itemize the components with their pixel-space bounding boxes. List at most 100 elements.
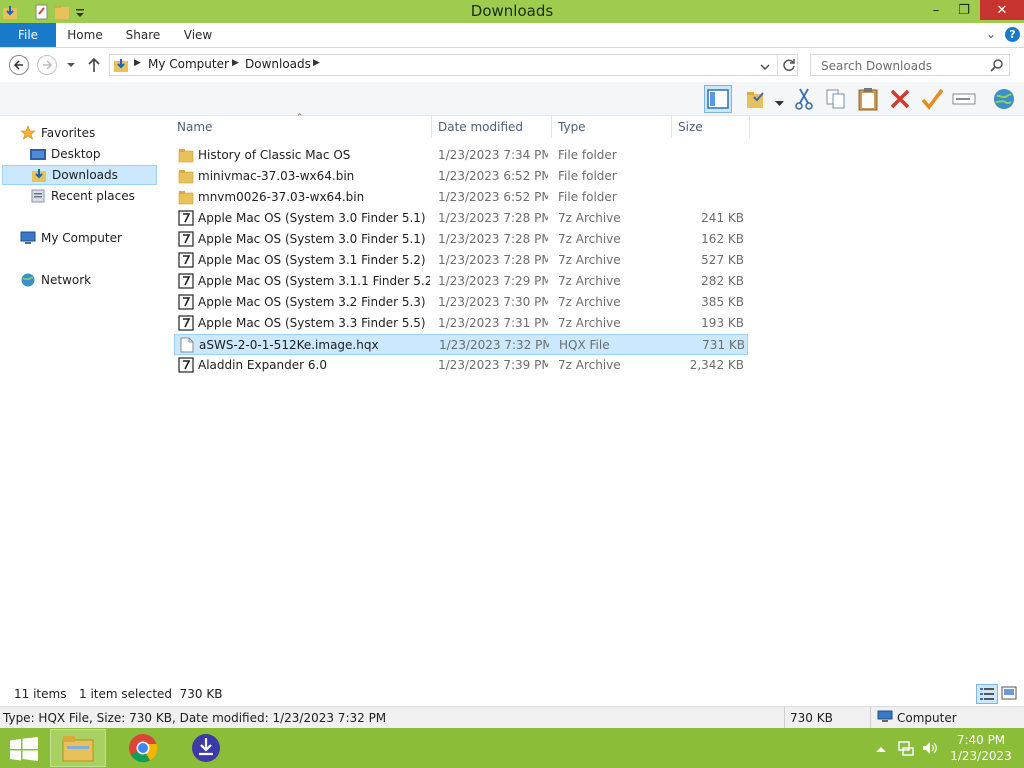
nav-desktop[interactable]: Desktop	[30, 144, 101, 164]
search-input[interactable]	[819, 58, 989, 74]
file-name: Aladdin Expander 6.0	[198, 358, 327, 372]
select-all-button[interactable]	[918, 85, 946, 113]
tab-view[interactable]: View	[176, 23, 220, 47]
details-divider	[870, 707, 871, 729]
refresh-icon[interactable]	[782, 58, 796, 75]
file-row[interactable]: Apple Mac OS (System 3.2 Finder 5.3) (Sy…	[174, 292, 748, 313]
tab-file[interactable]: File	[0, 23, 56, 47]
column-header-size[interactable]: Size	[672, 116, 750, 138]
forward-button[interactable]	[37, 55, 57, 75]
column-header-name[interactable]: Name	[171, 116, 432, 138]
search-icon[interactable]	[990, 59, 1003, 75]
file-type: 7z Archive	[558, 253, 621, 267]
ribbon-expand-icon[interactable]: ⌄	[986, 27, 996, 41]
file-name: Apple Mac OS (System 3.1.1 Finder 5.2) (…	[198, 274, 430, 288]
system-clock[interactable]: 7:40 PM 1/23/2023	[946, 732, 1016, 764]
folder-icon	[178, 189, 194, 205]
file-type: File folder	[558, 169, 617, 183]
file-size: 193 KB	[701, 316, 744, 330]
column-header-type[interactable]: Type	[552, 116, 672, 138]
file-row-selected[interactable]: aSWS-2-0-1-512Ke.image.hqx 1/23/2023 7:32…	[174, 334, 748, 355]
search-box[interactable]	[810, 54, 1010, 76]
show-hidden-icons-icon[interactable]	[876, 742, 886, 756]
taskbar-chrome[interactable]	[115, 729, 171, 767]
delete-x-icon	[890, 89, 910, 109]
file-row[interactable]: Apple Mac OS (System 3.3 Finder 5.5) (A.…	[174, 313, 748, 334]
nav-favorites[interactable]: Favorites	[20, 123, 95, 143]
file-row[interactable]: History of Classic Mac OS 1/23/2023 7:34 …	[174, 145, 748, 166]
file-size: 527 KB	[701, 253, 744, 267]
file-row[interactable]: minivmac-37.03-wx64.bin 1/23/2023 6:52 PM…	[174, 166, 748, 187]
file-name: Apple Mac OS (System 3.0 Finder 5.1) (U.…	[198, 232, 430, 246]
paste-button[interactable]	[854, 85, 882, 113]
breadcrumb-separator-icon[interactable]: ▶	[313, 58, 320, 68]
start-button[interactable]	[10, 737, 38, 764]
rename-button[interactable]	[950, 85, 978, 113]
network-tray-icon[interactable]	[898, 740, 914, 759]
tab-share[interactable]: Share	[118, 23, 168, 47]
select-dropdown-icon[interactable]	[775, 96, 784, 110]
file-row[interactable]: Apple Mac OS (System 3.1.1 Finder 5.2) (…	[174, 271, 748, 292]
file-row[interactable]: mnvm0026-37.03-wx64.bin 1/23/2023 6:52 PM…	[174, 187, 748, 208]
taskbar-file-explorer[interactable]	[50, 729, 106, 767]
breadcrumb-downloads[interactable]: Downloads	[245, 57, 311, 71]
file-size: 2,342 KB	[689, 358, 744, 372]
archive-7z-icon	[178, 315, 194, 331]
file-row[interactable]: Aladdin Expander 6.0 1/23/2023 7:39 PM 7z …	[174, 355, 748, 376]
file-type: 7z Archive	[558, 316, 621, 330]
navigation-pane: Favorites Desktop Downloads Recent place…	[0, 116, 160, 682]
up-button[interactable]	[87, 57, 101, 76]
windows-logo-icon	[10, 737, 38, 761]
computer-icon	[877, 710, 893, 727]
window-title: Downloads	[470, 2, 554, 20]
star-icon	[20, 125, 36, 141]
breadcrumb-my-computer[interactable]: My Computer	[148, 57, 229, 71]
file-type: File folder	[558, 148, 617, 162]
preview-pane-button[interactable]	[704, 85, 732, 113]
file-row[interactable]: Apple Mac OS (System 3.0 Finder 5.1) (U.…	[174, 229, 748, 250]
back-arrow-icon	[13, 60, 23, 70]
file-name: History of Classic Mac OS	[198, 148, 351, 162]
nav-recent-places[interactable]: Recent places	[30, 186, 135, 206]
address-row: ▶ My Computer ▶ Downloads ▶	[0, 50, 1024, 80]
file-size: 731 KB	[702, 338, 745, 352]
cut-button[interactable]	[790, 85, 818, 113]
address-dropdown-icon[interactable]	[760, 61, 770, 75]
file-type: 7z Archive	[558, 274, 621, 288]
tab-home[interactable]: Home	[60, 23, 110, 47]
volume-icon[interactable]	[922, 740, 938, 759]
nav-downloads[interactable]: Downloads	[2, 165, 157, 185]
large-icons-view-button[interactable]	[1001, 686, 1017, 703]
close-button[interactable]: ✕	[980, 0, 1024, 20]
column-header-date[interactable]: Date modified	[432, 116, 552, 138]
details-view-button[interactable]	[976, 684, 998, 704]
file-icon	[179, 337, 195, 353]
copy-button[interactable]	[822, 85, 850, 113]
clipboard-icon	[858, 88, 878, 111]
minimize-button[interactable]: –	[922, 0, 950, 20]
breadcrumb-separator-icon[interactable]: ▶	[134, 58, 141, 68]
network-button[interactable]	[990, 85, 1018, 113]
file-row[interactable]: Apple Mac OS (System 3.1 Finder 5.2) (M.…	[174, 250, 748, 271]
file-name: Apple Mac OS (System 3.1 Finder 5.2) (M.…	[198, 253, 430, 267]
ribbon-tabs: File Home Share View ⌄ ?	[0, 23, 1024, 48]
maximize-button[interactable]: ❐	[950, 0, 978, 20]
file-row[interactable]: Apple Mac OS (System 3.0 Finder 5.1) (Sy…	[174, 208, 748, 229]
forward-arrow-icon	[43, 60, 53, 70]
desktop-icon	[30, 146, 46, 162]
help-icon[interactable]: ?	[1005, 27, 1020, 42]
nav-my-computer[interactable]: My Computer	[20, 228, 122, 248]
file-size: 162 KB	[701, 232, 744, 246]
details-info: Type: HQX File, Size: 730 KB, Date modif…	[3, 711, 387, 725]
nav-network[interactable]: Network	[20, 270, 91, 290]
file-type: 7z Archive	[558, 358, 621, 372]
select-folder-button[interactable]	[742, 85, 770, 113]
preview-pane-icon	[707, 89, 729, 109]
breadcrumb-separator-icon[interactable]: ▶	[232, 58, 239, 68]
address-bar[interactable]: ▶ My Computer ▶ Downloads ▶	[109, 54, 798, 76]
delete-button[interactable]	[886, 85, 914, 113]
taskbar-app-emulator[interactable]	[178, 729, 234, 767]
back-button[interactable]	[9, 55, 29, 75]
archive-7z-icon	[178, 294, 194, 310]
recent-locations-icon[interactable]	[66, 59, 76, 73]
